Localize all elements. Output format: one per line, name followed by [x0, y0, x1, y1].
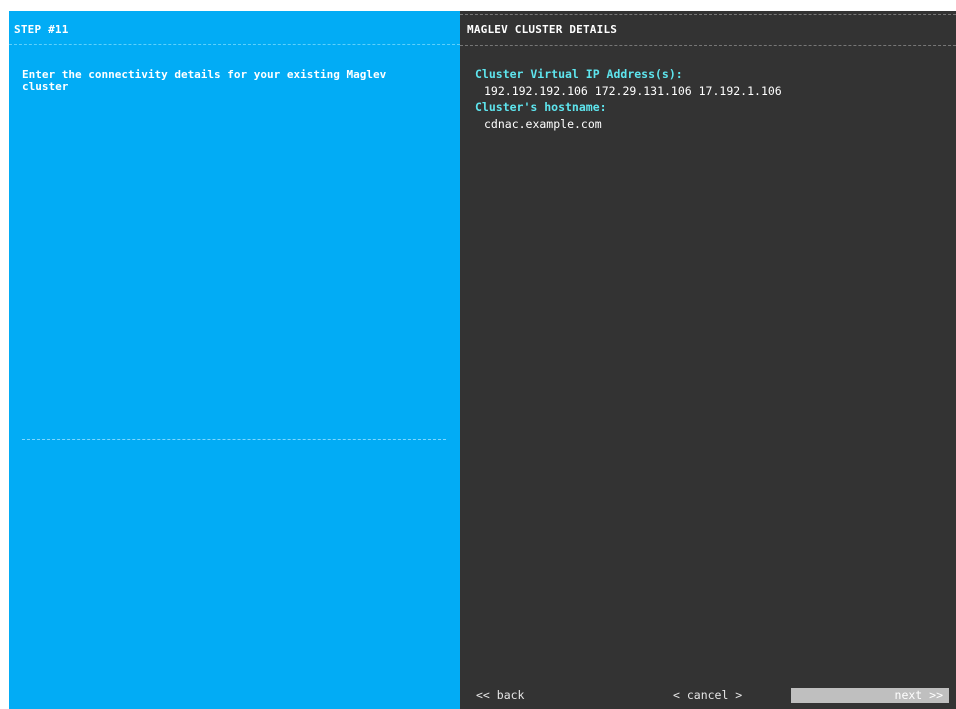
panel-title: MAGLEV CLUSTER DETAILS — [467, 23, 618, 36]
cluster-hostname-label: Cluster's hostname: — [475, 100, 607, 114]
cancel-button[interactable]: < cancel > — [673, 688, 742, 703]
step-description: Enter the connectivity details for your … — [22, 68, 387, 93]
header-bottom-divider — [460, 45, 956, 46]
cluster-vip-field[interactable]: 192.192.192.106 172.29.131.106 17.192.1.… — [484, 85, 782, 98]
cluster-vip-label: Cluster Virtual IP Address(s): — [475, 67, 683, 81]
step-title: STEP #11 — [14, 23, 69, 36]
step-panel: STEP #11 Enter the connectivity details … — [9, 11, 460, 709]
cluster-hostname-field[interactable]: cdnac.example.com — [484, 118, 602, 131]
installer-screen: STEP #11 Enter the connectivity details … — [9, 11, 956, 709]
details-panel: MAGLEV CLUSTER DETAILS Cluster Virtual I… — [460, 11, 956, 709]
back-button[interactable]: << back — [476, 688, 524, 703]
header-divider — [9, 44, 460, 45]
next-button[interactable]: next >> — [791, 688, 949, 703]
section-divider — [22, 439, 446, 440]
